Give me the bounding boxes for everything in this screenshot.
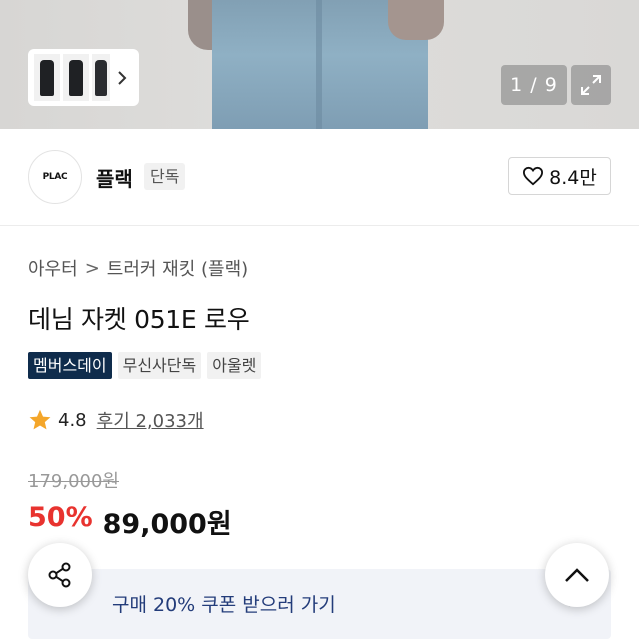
reviews-link[interactable]: 후기 2,033개 — [97, 407, 204, 433]
share-icon — [48, 562, 71, 588]
brand-like-button[interactable]: 8.4만 — [508, 157, 611, 195]
share-button[interactable] — [28, 543, 92, 607]
product-tags: 멤버스데이 무신사단독 아울렛 — [28, 352, 262, 379]
brand-logo[interactable]: PLAC — [28, 150, 82, 204]
thumbnail-1[interactable] — [34, 54, 60, 101]
image-counter: 1 / 9 — [501, 65, 567, 105]
brand-name[interactable]: 플랙 — [96, 163, 133, 192]
rating-score: 4.8 — [58, 409, 87, 431]
chevron-right-icon[interactable] — [113, 54, 131, 101]
heart-icon — [523, 166, 544, 186]
product-title: 데님 자켓 051E 로우 — [28, 305, 250, 334]
like-count: 8.4만 — [549, 166, 597, 189]
breadcrumb: 아우터 > 트러커 재킷 (플랙) — [28, 255, 248, 281]
breadcrumb-separator: > — [84, 257, 100, 279]
divider — [0, 225, 639, 226]
tag-membersday: 멤버스데이 — [28, 352, 112, 379]
original-price: 179,000원 — [28, 471, 119, 492]
breadcrumb-category[interactable]: 아우터 — [28, 255, 78, 281]
scroll-to-top-button[interactable] — [545, 543, 609, 607]
thumbnail-strip[interactable] — [28, 49, 139, 106]
thumbnail-figure — [95, 60, 107, 96]
thumbnail-figure — [40, 60, 54, 96]
breadcrumb-subcategory[interactable]: 트러커 재킷 (플랙) — [107, 255, 248, 281]
tag-outlet: 아울렛 — [207, 352, 262, 379]
star-icon — [29, 409, 51, 430]
thumbnail-figure — [69, 60, 83, 96]
rating-row: 4.8 후기 2,033개 — [28, 407, 204, 433]
chevron-up-icon — [565, 568, 589, 582]
expand-icon[interactable] — [571, 65, 611, 105]
sale-price-row: 50% 89,000원 — [28, 502, 232, 541]
product-image-gallery[interactable]: 1 / 9 — [0, 0, 639, 129]
thumbnail-3[interactable] — [92, 54, 110, 101]
discount-rate: 50% — [28, 502, 93, 533]
brand-logo-text: PLAC — [42, 172, 68, 182]
coupon-text[interactable]: 구매 20% 쿠폰 받으러 가기 — [112, 590, 336, 617]
model-jacket-right — [388, 0, 444, 40]
thumbnail-2[interactable] — [63, 54, 89, 101]
sale-price: 89,000원 — [102, 509, 232, 540]
brand-exclusive-badge: 단독 — [144, 163, 186, 190]
tag-musinsa-exclusive: 무신사단독 — [117, 352, 202, 379]
